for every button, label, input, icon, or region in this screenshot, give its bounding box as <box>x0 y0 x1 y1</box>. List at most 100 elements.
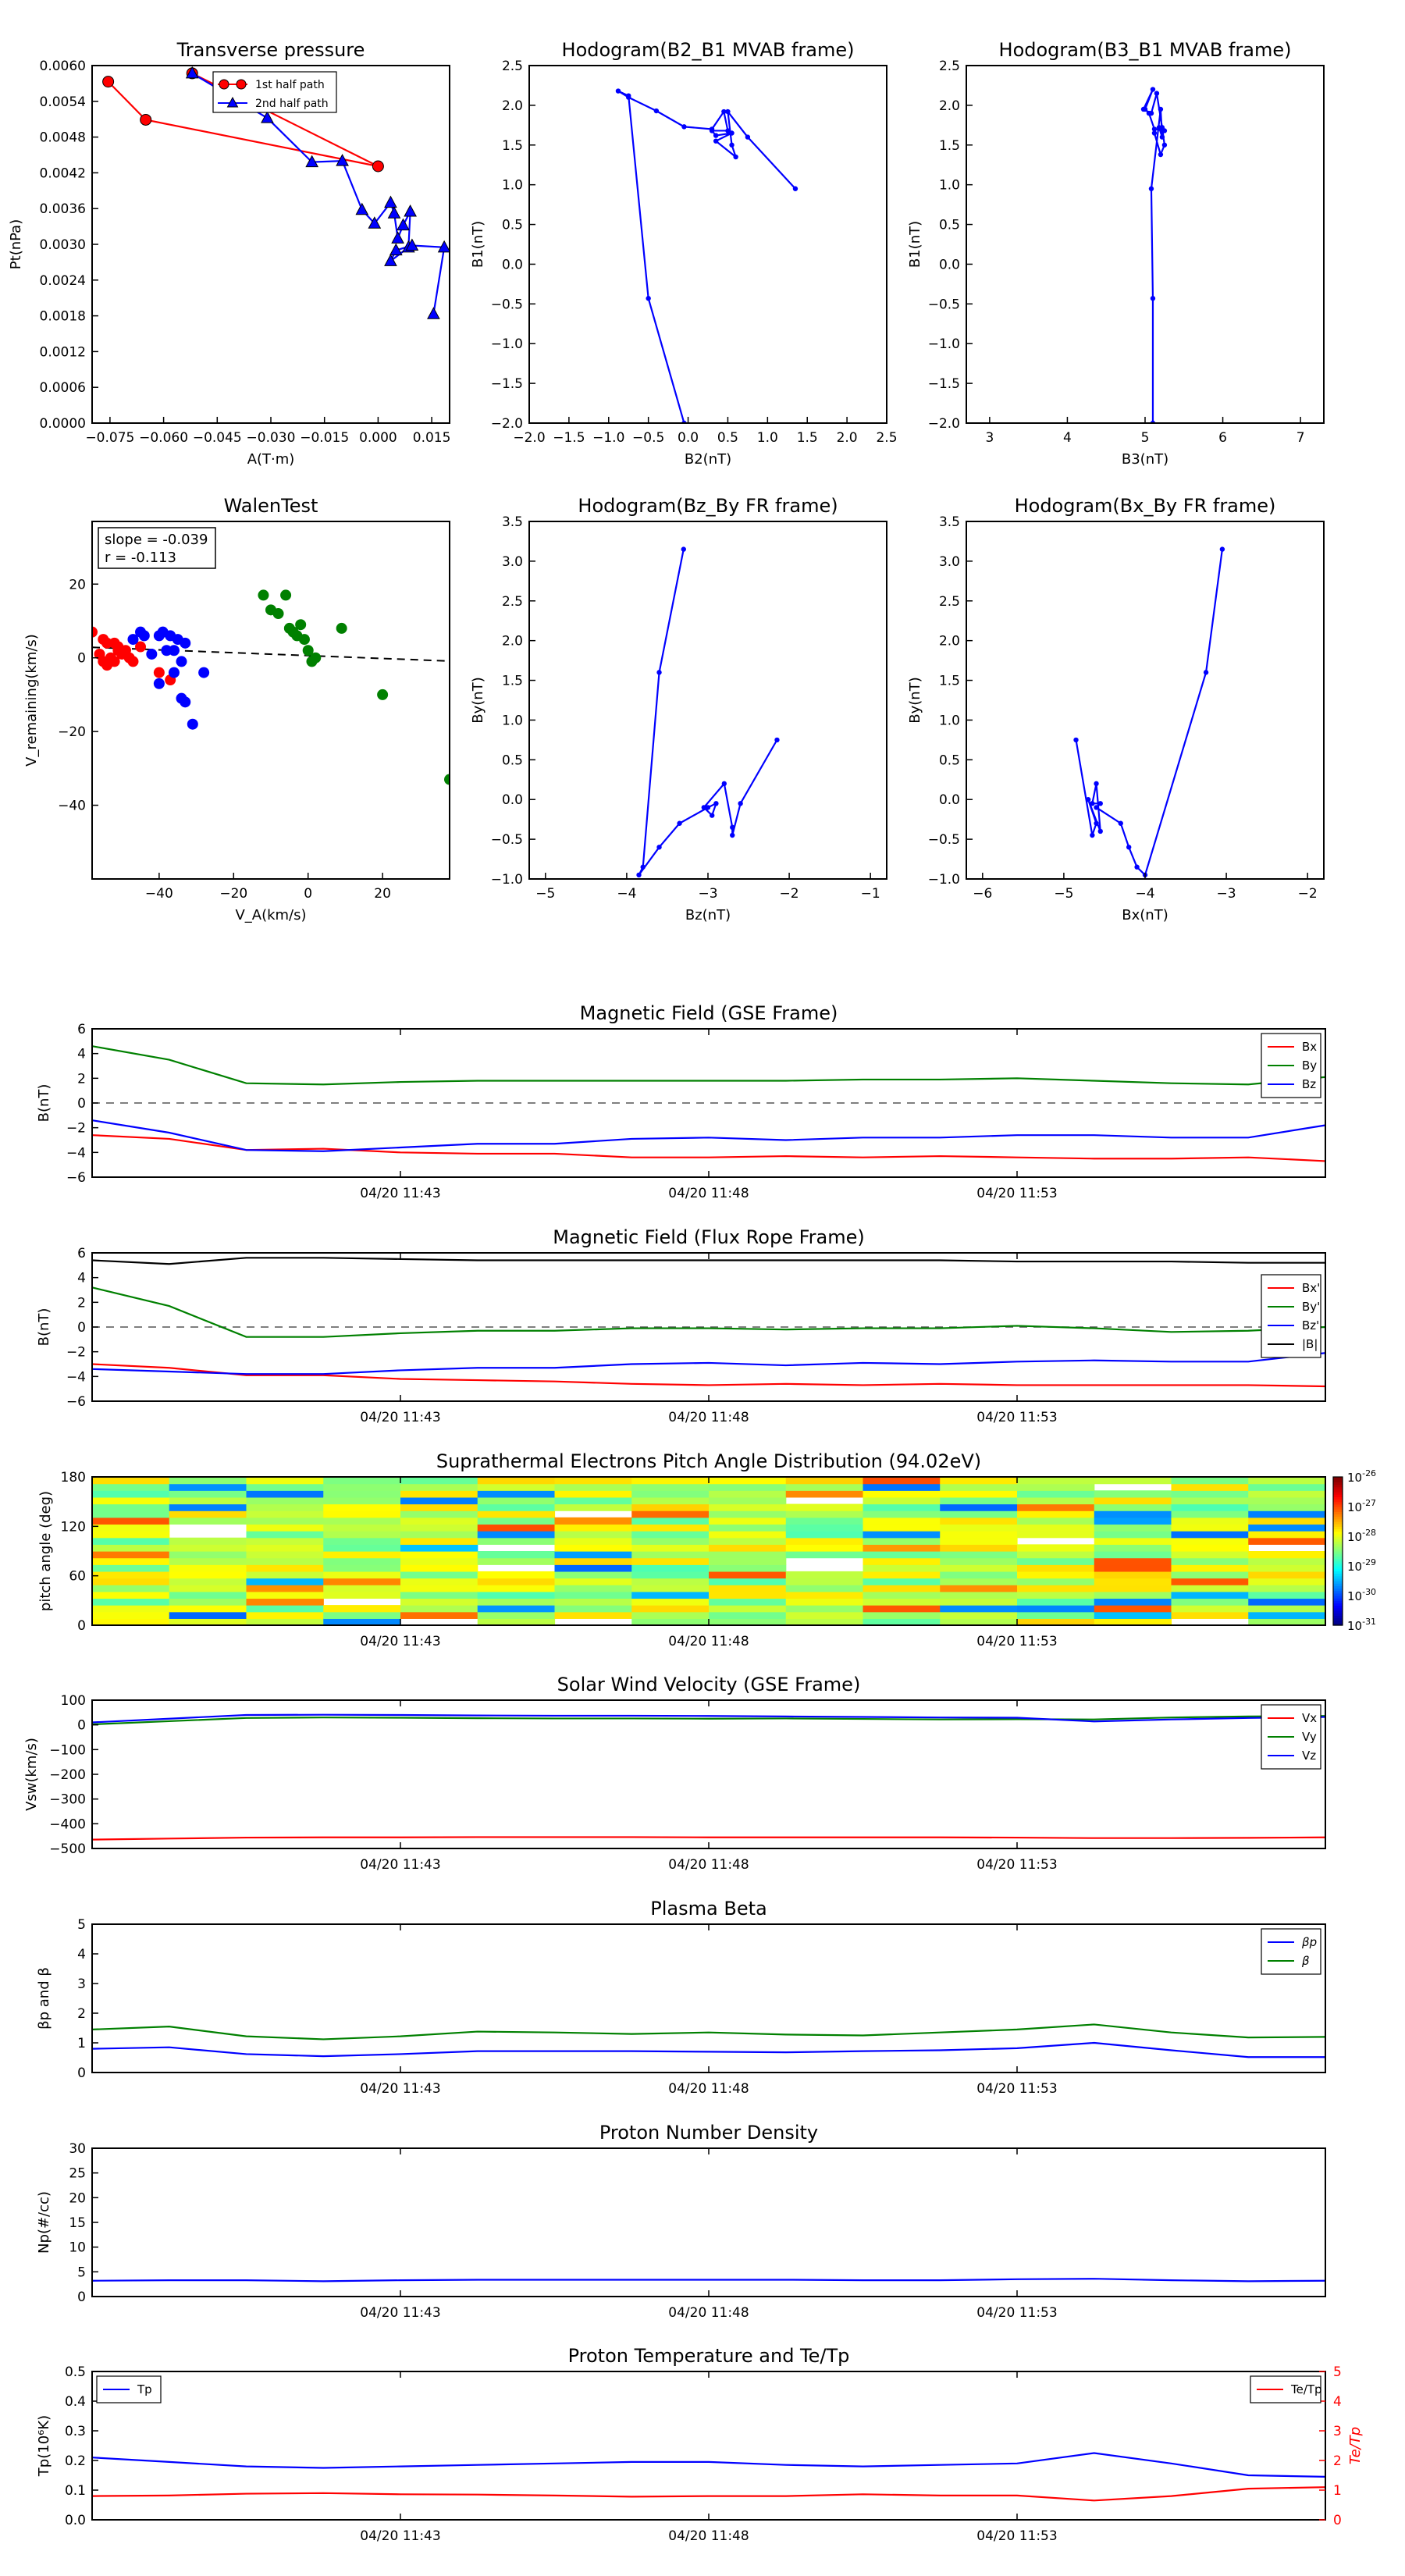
magnetic-field-gse-ytick-label: 0 <box>77 1096 86 1112</box>
suprathermal-pad-cell <box>785 1503 864 1511</box>
suprathermal-pad-cell <box>709 1537 787 1545</box>
hodogram-bx-by-xtick-label: −6 <box>973 886 992 902</box>
suprathermal-pad-cell <box>92 1578 170 1585</box>
hodogram-b3-b1-series-0-point <box>1158 151 1164 158</box>
suprathermal-pad-colorbar-label-base: 10 <box>1347 1619 1362 1633</box>
suprathermal-pad-cell <box>323 1591 401 1599</box>
proton-density-title: Proton Number Density <box>599 2122 818 2144</box>
suprathermal-pad-cell <box>323 1510 401 1518</box>
suprathermal-pad-cell <box>631 1531 710 1539</box>
proton-density-xtick-label: 04/20 11:53 <box>976 2305 1057 2321</box>
magnetic-field-gse-ylabel: B(nT) <box>36 1084 52 1123</box>
suprathermal-pad-cell <box>92 1503 170 1511</box>
suprathermal-pad-cell <box>1171 1578 1249 1585</box>
suprathermal-pad-cell <box>169 1477 247 1485</box>
suprathermal-pad-cell <box>1248 1551 1326 1559</box>
suprathermal-pad-cell <box>246 1551 324 1559</box>
magnetic-field-gse-ytick-label: 2 <box>77 1071 86 1087</box>
transverse-pressure-ylabel: Pt(nPa) <box>8 219 24 269</box>
suprathermal-pad-cell <box>709 1605 787 1613</box>
proton-temperature-ytick-label: 0.2 <box>65 2453 86 2469</box>
hodogram-bz-by-series-0-point <box>730 824 735 831</box>
suprathermal-pad-cell <box>400 1524 478 1532</box>
suprathermal-pad-cell <box>246 1524 324 1532</box>
suprathermal-pad-cell <box>477 1477 556 1485</box>
suprathermal-pad-cell <box>863 1551 941 1559</box>
hodogram-bz-by-series-0-point <box>677 820 682 826</box>
hodogram-bz-by-plot <box>636 546 780 878</box>
suprathermal-pad-cell <box>1094 1477 1172 1485</box>
hodogram-bz-by-panel: Hodogram(Bz_By FR frame) −5 −4 −3 −2 −1 −1.0 −0… <box>470 495 887 923</box>
suprathermal-pad-cell <box>940 1490 1018 1498</box>
suprathermal-pad-cell <box>92 1611 170 1619</box>
magnetic-field-fr-ylabel: B(nT) <box>36 1308 52 1347</box>
hodogram-bz-by-ytick-label: 0.0 <box>502 792 523 808</box>
plasma-beta-ytick-label: 2 <box>77 2006 86 2022</box>
suprathermal-pad-cell <box>92 1591 170 1599</box>
plasma-beta-ytick-label: 0 <box>77 2065 86 2081</box>
transverse-pressure-panel: Transverse pressure −0.075 −0.060 −0.045 −0.… <box>8 39 450 468</box>
hodogram-b2-b1-xtick-label: 0.5 <box>717 430 738 446</box>
suprathermal-pad-ytick-label: 0 <box>77 1618 86 1634</box>
hodogram-bx-by-series-0-point <box>1134 864 1140 870</box>
suprathermal-pad-cell <box>863 1483 941 1491</box>
suprathermal-pad-cell <box>1248 1524 1326 1532</box>
transverse-pressure-series-1-point <box>427 307 440 319</box>
suprathermal-pad-cell <box>785 1510 864 1518</box>
solar-wind-velocity-ytick-label: −500 <box>49 1841 86 1857</box>
suprathermal-pad-cell <box>1094 1585 1172 1592</box>
plasma-beta-panel: Plasma Beta 04/20 11:43 04/20 11:48 04/20 1… <box>36 1898 1326 2097</box>
suprathermal-pad-cell <box>940 1537 1018 1545</box>
suprathermal-pad-cell <box>1094 1510 1172 1518</box>
solar-wind-velocity-ytick-label: 0 <box>77 1718 86 1734</box>
suprathermal-pad-cell <box>1017 1591 1095 1599</box>
hodogram-bz-by-xtick-label: −4 <box>617 886 636 902</box>
suprathermal-pad-cell <box>477 1524 556 1532</box>
suprathermal-pad-cell <box>169 1503 247 1511</box>
hodogram-b2-b1-xtick-label: 1.0 <box>757 430 778 446</box>
suprathermal-pad-cell <box>709 1477 787 1485</box>
magnetic-field-fr-series-0-line <box>91 1363 1326 1388</box>
suprathermal-pad-cell <box>169 1585 247 1592</box>
proton-density-series-0-line <box>91 2278 1326 2282</box>
suprathermal-pad-cell <box>246 1598 324 1606</box>
suprathermal-pad-cell <box>1017 1524 1095 1532</box>
hodogram-b3-b1-series-0-point <box>1159 125 1165 130</box>
suprathermal-pad-cell <box>940 1605 1018 1613</box>
suprathermal-pad-cell <box>400 1531 478 1539</box>
solar-wind-velocity-title: Solar Wind Velocity (GSE Frame) <box>557 1674 861 1695</box>
magnetic-field-gse-xtick-label: 04/20 11:48 <box>668 1186 749 1201</box>
suprathermal-pad-cell <box>400 1585 478 1592</box>
walen-test-series-0-point <box>101 660 113 671</box>
transverse-pressure-xtick-label: −0.060 <box>139 430 188 446</box>
proton-temperature-ytick-label: 2 <box>1333 2453 1342 2469</box>
suprathermal-pad-cell <box>246 1531 324 1539</box>
suprathermal-pad-cell <box>400 1490 478 1498</box>
suprathermal-pad-ytick-label: 120 <box>61 1519 86 1535</box>
transverse-pressure-legend-marker <box>236 79 247 90</box>
hodogram-b2-b1-series-0-point <box>725 128 731 133</box>
suprathermal-pad-cell <box>785 1544 864 1552</box>
transverse-pressure-ytick-label: 0.0012 <box>40 344 86 360</box>
suprathermal-pad-cell <box>1094 1571 1172 1579</box>
hodogram-bx-by-xtick-label: −4 <box>1135 886 1154 902</box>
proton-temperature-ytick-label: 1 <box>1333 2483 1342 2499</box>
suprathermal-pad-cell <box>400 1605 478 1613</box>
suprathermal-pad-cell <box>940 1591 1018 1599</box>
hodogram-b3-b1-ytick-label: 0.0 <box>939 257 960 272</box>
suprathermal-pad-cell <box>1248 1477 1326 1485</box>
suprathermal-pad-cell <box>1171 1517 1249 1525</box>
hodogram-b3-b1-frame <box>966 65 1325 424</box>
suprathermal-pad-cell <box>1171 1551 1249 1559</box>
suprathermal-pad-cell <box>1171 1510 1249 1518</box>
suprathermal-pad-xtick-label: 04/20 11:53 <box>976 1634 1057 1649</box>
suprathermal-pad-cell <box>940 1531 1018 1539</box>
suprathermal-pad-cell <box>631 1591 710 1599</box>
hodogram-bx-by-series-0-point <box>1094 781 1099 787</box>
suprathermal-pad-cell <box>554 1557 632 1565</box>
walen-test-xtick-label: 20 <box>374 886 391 902</box>
transverse-pressure-series-0-point <box>102 76 115 88</box>
hodogram-bz-by-ytick-label: 3.5 <box>502 514 523 530</box>
hodogram-b3-b1-series-0-point <box>1158 106 1164 112</box>
suprathermal-pad-cell <box>323 1477 401 1485</box>
